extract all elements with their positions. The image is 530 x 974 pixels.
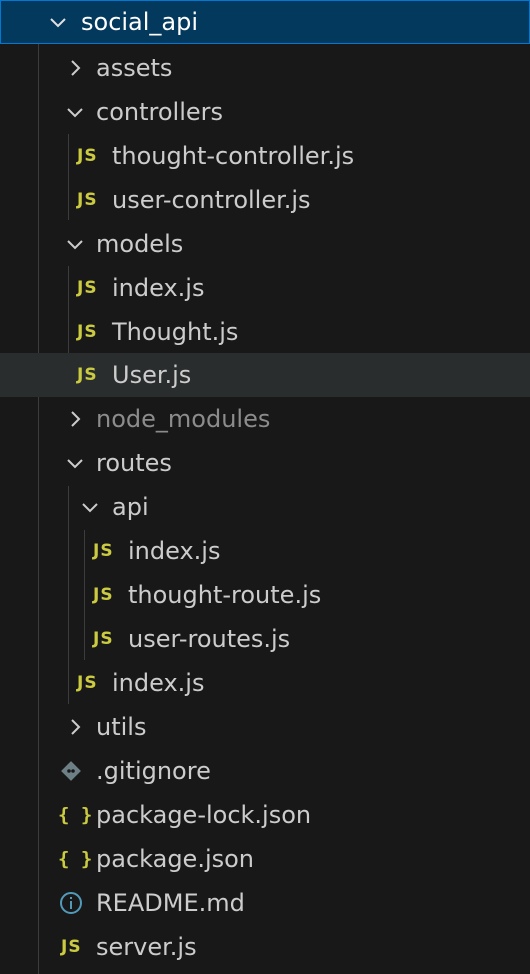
file-label: user-routes.js bbox=[128, 625, 291, 653]
file-label: thought-route.js bbox=[128, 581, 322, 609]
chevron-right-icon bbox=[64, 408, 86, 430]
file-label: index.js bbox=[112, 274, 205, 302]
javascript-file-icon: JS bbox=[77, 365, 98, 385]
json-braces-icon: { } bbox=[58, 848, 93, 870]
file-label: user-controller.js bbox=[112, 186, 311, 214]
file-server-js[interactable]: JS server.js bbox=[0, 925, 530, 969]
chevron-down-icon bbox=[64, 233, 86, 255]
folder-utils[interactable]: utils bbox=[0, 705, 530, 749]
file-label: Thought.js bbox=[112, 318, 239, 346]
javascript-file-icon: JS bbox=[77, 146, 98, 166]
javascript-file-icon: JS bbox=[77, 190, 98, 210]
chevron-right-icon bbox=[64, 716, 86, 738]
folder-api[interactable]: api bbox=[0, 485, 530, 529]
folder-label: models bbox=[96, 230, 184, 258]
chevron-down-icon bbox=[47, 11, 69, 33]
file-label: User.js bbox=[112, 361, 192, 389]
info-icon bbox=[59, 881, 83, 925]
javascript-file-icon: JS bbox=[77, 278, 98, 298]
javascript-file-icon: JS bbox=[93, 629, 114, 649]
file-label: thought-controller.js bbox=[112, 142, 355, 170]
folder-assets[interactable]: assets bbox=[0, 46, 530, 90]
folder-label: social_api bbox=[81, 8, 199, 36]
folder-label: utils bbox=[96, 713, 147, 741]
chevron-right-icon bbox=[64, 57, 86, 79]
folder-social-api[interactable]: social_api bbox=[0, 0, 530, 44]
file-label: server.js bbox=[96, 933, 197, 961]
file-thought-model[interactable]: JS Thought.js bbox=[0, 310, 530, 354]
file-package-json[interactable]: { } package.json bbox=[0, 837, 530, 881]
file-api-index[interactable]: JS index.js bbox=[0, 529, 530, 573]
javascript-file-icon: JS bbox=[93, 585, 114, 605]
folder-routes[interactable]: routes bbox=[0, 441, 530, 485]
chevron-down-icon bbox=[64, 101, 86, 123]
file-label: package.json bbox=[96, 845, 255, 873]
chevron-down-icon bbox=[79, 496, 101, 518]
json-braces-icon: { } bbox=[58, 804, 93, 826]
git-diamond-icon bbox=[60, 749, 82, 793]
folder-controllers[interactable]: controllers bbox=[0, 90, 530, 134]
folder-node-modules[interactable]: node_modules bbox=[0, 397, 530, 441]
javascript-file-icon: JS bbox=[77, 322, 98, 342]
file-user-controller[interactable]: JS user-controller.js bbox=[0, 178, 530, 222]
file-explorer-tree: social_api assets controllers JS thought… bbox=[0, 0, 530, 974]
file-gitignore[interactable]: .gitignore bbox=[0, 749, 530, 793]
javascript-file-icon: JS bbox=[93, 541, 114, 561]
file-label: index.js bbox=[128, 537, 221, 565]
file-user-routes[interactable]: JS user-routes.js bbox=[0, 617, 530, 661]
file-label: .gitignore bbox=[96, 757, 211, 785]
file-models-index[interactable]: JS index.js bbox=[0, 266, 530, 310]
folder-label: api bbox=[112, 493, 149, 521]
folder-label: controllers bbox=[96, 98, 223, 126]
file-readme[interactable]: README.md bbox=[0, 881, 530, 925]
folder-label: assets bbox=[96, 54, 173, 82]
javascript-file-icon: JS bbox=[61, 937, 82, 957]
javascript-file-icon: JS bbox=[77, 673, 98, 693]
chevron-down-icon bbox=[64, 452, 86, 474]
file-user-model[interactable]: JS User.js bbox=[0, 353, 530, 397]
folder-models[interactable]: models bbox=[0, 222, 530, 266]
file-label: package-lock.json bbox=[96, 801, 312, 829]
folder-label: routes bbox=[96, 449, 172, 477]
file-package-lock-json[interactable]: { } package-lock.json bbox=[0, 793, 530, 837]
file-thought-route[interactable]: JS thought-route.js bbox=[0, 573, 530, 617]
file-thought-controller[interactable]: JS thought-controller.js bbox=[0, 134, 530, 178]
file-routes-index[interactable]: JS index.js bbox=[0, 661, 530, 705]
folder-label: node_modules bbox=[96, 405, 271, 433]
file-label: README.md bbox=[96, 889, 245, 917]
file-label: index.js bbox=[112, 669, 205, 697]
